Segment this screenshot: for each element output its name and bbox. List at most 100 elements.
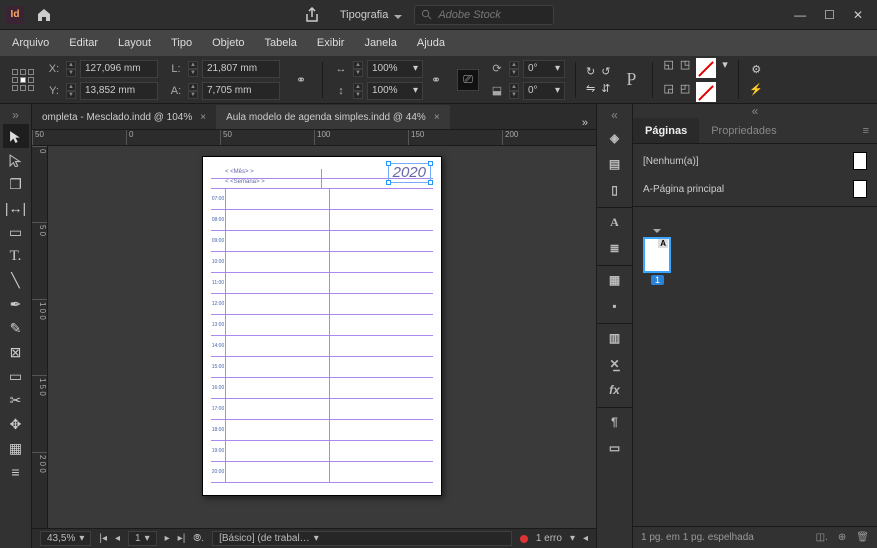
align-tc-icon[interactable]: ◳	[680, 58, 690, 78]
line-tool[interactable]: ╲	[3, 268, 29, 292]
align-bc-icon[interactable]: ◰	[680, 82, 690, 102]
doc-tab-1[interactable]: ompleta - Mesclado.indd @ 104%×	[32, 105, 216, 129]
flip-v-icon[interactable]: ⇵	[601, 82, 610, 95]
selection-tool[interactable]	[3, 124, 29, 148]
scroll-left-icon[interactable]: ◂	[583, 533, 588, 544]
layers-icon[interactable]: ▯	[602, 178, 628, 202]
edit-page-size-icon[interactable]: ◫.	[816, 532, 828, 543]
constrain-wh-icon[interactable]: ⚭	[290, 69, 312, 91]
tabs-overflow-icon[interactable]: »	[582, 117, 588, 129]
collapse-icon[interactable]: »	[12, 108, 19, 122]
chevron-down-icon[interactable]: ▾	[722, 58, 728, 78]
collapse-icon[interactable]: «	[633, 104, 877, 118]
page[interactable]: 2020 < <Mês> > < <Semana> > 07:0008:0009…	[202, 156, 442, 496]
document-canvas[interactable]: 2020 < <Mês> > < <Semana> > 07:0008:0009…	[48, 146, 596, 528]
flip-h-icon[interactable]: ⇋	[586, 82, 595, 95]
preflight-status-icon[interactable]	[520, 535, 528, 543]
align-tl-icon[interactable]: ◱	[663, 58, 673, 78]
next-page-icon[interactable]: ▸	[165, 533, 170, 544]
master-none[interactable]: [Nenhum(a)]	[643, 152, 867, 170]
rotate-field[interactable]: 0°▾	[523, 60, 565, 78]
y-field[interactable]: 13,852 mm	[80, 82, 158, 100]
w-stepper[interactable]: ▲▼	[188, 61, 198, 77]
minimize-button[interactable]: —	[794, 8, 806, 22]
gap-tool[interactable]: |↔|	[3, 196, 29, 220]
rotate-ccw-icon[interactable]: ↺	[601, 65, 610, 78]
constrain-scale-icon[interactable]: ⚭	[425, 69, 447, 91]
quick-apply-icon[interactable]: ⚡	[749, 83, 763, 96]
rectangle-tool[interactable]: ▭	[3, 364, 29, 388]
page-thumb-1[interactable]: A 1	[643, 237, 671, 273]
x-stepper[interactable]: ▲▼	[66, 61, 76, 77]
master-a[interactable]: A-Página principal	[643, 180, 867, 198]
story-panel-icon[interactable]: ▥	[602, 326, 628, 350]
home-icon[interactable]	[36, 7, 52, 23]
menu-layout[interactable]: Layout	[118, 37, 151, 49]
open-nav-icon[interactable]: ⦾.	[193, 533, 204, 544]
gradient-swatch-tool[interactable]: ▦	[3, 436, 29, 460]
workspace-switcher[interactable]: Tipografia	[340, 9, 403, 21]
delete-page-icon[interactable]: 🗑	[856, 532, 869, 543]
customize-control-icon[interactable]: ⚙	[751, 63, 761, 76]
color-panel-icon[interactable]: ▪	[602, 294, 628, 318]
output-style[interactable]: [Básico] (de trabal…▾	[212, 531, 512, 546]
para-styles-icon[interactable]: ¶	[602, 410, 628, 434]
type-tool[interactable]: T.	[3, 244, 29, 268]
scissors-tool[interactable]: ✂	[3, 388, 29, 412]
collapse-icon[interactable]: «	[611, 108, 618, 122]
shear-field[interactable]: 0°▾	[523, 82, 565, 100]
effects-panel-icon[interactable]: fx	[602, 378, 628, 402]
maximize-button[interactable]: ☐	[824, 8, 835, 22]
menu-arquivo[interactable]: Arquivo	[12, 37, 49, 49]
menu-editar[interactable]: Editar	[69, 37, 98, 49]
zoom-level[interactable]: 43,5%▾	[40, 531, 91, 546]
swatches-panel-icon[interactable]: ▦	[602, 268, 628, 292]
stroke-none-icon[interactable]	[696, 82, 716, 102]
ruler-vertical[interactable]: 05 01 0 01 5 02 0 0	[32, 146, 48, 528]
fill-none-icon[interactable]	[696, 58, 716, 78]
menu-objeto[interactable]: Objeto	[212, 37, 244, 49]
align-bl-icon[interactable]: ◲	[663, 82, 673, 102]
char-styles-icon[interactable]: ▭	[602, 436, 628, 460]
note-tool[interactable]: ≡	[3, 460, 29, 484]
menu-tabela[interactable]: Tabela	[265, 37, 297, 49]
glyphs-panel-icon[interactable]: ✕̲	[602, 352, 628, 376]
tab-pages[interactable]: Páginas	[633, 118, 699, 143]
menu-ajuda[interactable]: Ajuda	[417, 37, 445, 49]
prev-page-icon[interactable]: ◂	[115, 533, 120, 544]
close-icon[interactable]: ×	[200, 112, 206, 123]
pages-icon[interactable]: ▤	[602, 152, 628, 176]
preflight-errors[interactable]: 1 erro	[536, 533, 562, 544]
panel-menu-icon[interactable]: ≡	[863, 125, 869, 137]
pencil-tool[interactable]: ✎	[3, 316, 29, 340]
page-tool[interactable]: ❐	[3, 172, 29, 196]
close-button[interactable]: ✕	[853, 8, 863, 22]
x-field[interactable]: 127,096 mm	[80, 60, 158, 78]
reference-point[interactable]	[12, 68, 36, 92]
scale-x-field[interactable]: 100%▾	[367, 60, 423, 78]
paragraph-panel-icon[interactable]: ≣	[602, 236, 628, 260]
adobe-stock-search[interactable]: Adobe Stock	[414, 5, 554, 25]
new-page-icon[interactable]: ⊕	[838, 532, 846, 543]
page-number-field[interactable]: 1▾	[128, 531, 157, 546]
scale-y-field[interactable]: 100%▾	[367, 82, 423, 100]
share-icon[interactable]	[304, 7, 320, 23]
clear-transform-button[interactable]: ⎚	[457, 69, 479, 91]
free-transform-tool[interactable]: ✥	[3, 412, 29, 436]
rotate-cw-icon[interactable]: ↻	[586, 65, 595, 78]
menu-tipo[interactable]: Tipo	[171, 37, 192, 49]
pen-tool[interactable]: ✒	[3, 292, 29, 316]
rectangle-frame-tool[interactable]: ⊠	[3, 340, 29, 364]
h-stepper[interactable]: ▲▼	[188, 83, 198, 99]
last-page-icon[interactable]: ▸|	[178, 533, 186, 544]
year-text-frame[interactable]: 2020	[388, 163, 431, 183]
w-field[interactable]: 21,807 mm	[202, 60, 280, 78]
h-field[interactable]: 7,705 mm	[202, 82, 280, 100]
ruler-horizontal[interactable]: 50050100150200	[32, 130, 596, 146]
content-collector-tool[interactable]: ▭	[3, 220, 29, 244]
close-icon[interactable]: ×	[434, 112, 440, 123]
menu-janela[interactable]: Janela	[364, 37, 396, 49]
direct-selection-tool[interactable]	[3, 148, 29, 172]
doc-tab-2[interactable]: Aula modelo de agenda simples.indd @ 44%…	[216, 105, 450, 129]
menu-exibir[interactable]: Exibir	[317, 37, 345, 49]
